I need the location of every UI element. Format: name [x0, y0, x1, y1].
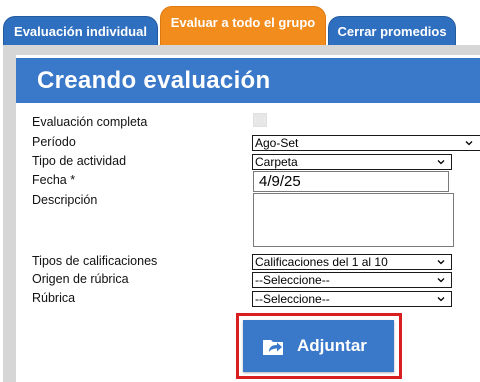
tipo-actividad-value: Carpeta: [255, 155, 298, 169]
tipo-actividad-label: Tipo de actividad: [32, 154, 127, 168]
chevron-down-icon: [437, 260, 445, 265]
tab-cerrar-promedios[interactable]: Cerrar promedios: [328, 16, 456, 46]
rubrica-value: --Seleccione--: [255, 292, 330, 306]
tipos-calificaciones-label: Tipos de calificaciones: [32, 254, 158, 268]
chevron-down-icon: [465, 141, 473, 146]
periodo-value: Ago-Set: [255, 136, 299, 150]
adjuntar-button[interactable]: Adjuntar: [243, 320, 394, 372]
origen-rubrica-select[interactable]: --Seleccione--: [252, 272, 452, 288]
chevron-down-icon: [437, 278, 445, 283]
rubrica-select[interactable]: --Seleccione--: [252, 291, 452, 307]
tab-label: Cerrar promedios: [337, 24, 447, 39]
chevron-down-icon: [437, 160, 445, 165]
periodo-label: Período: [32, 135, 76, 149]
tipo-actividad-select[interactable]: Carpeta: [252, 154, 452, 170]
rubrica-label: Rúbrica: [32, 291, 76, 305]
evaluacion-completa-checkbox[interactable]: [253, 113, 267, 127]
fecha-input[interactable]: 4/9/25: [253, 171, 449, 192]
tipos-calificaciones-select[interactable]: Calificaciones del 1 al 10: [252, 254, 452, 270]
tab-evaluar-grupo[interactable]: Evaluar a todo el grupo: [160, 6, 326, 46]
tab-evaluacion-individual[interactable]: Evaluación individual: [3, 16, 158, 46]
fecha-label: Fecha *: [32, 173, 76, 187]
periodo-select[interactable]: Ago-Set: [252, 135, 480, 151]
fecha-value: 4/9/25: [259, 173, 301, 190]
page-title-text: Creando evaluación: [37, 66, 271, 94]
tipos-calificaciones-value: Calificaciones del 1 al 10: [255, 255, 388, 269]
descripcion-label: Descripción: [32, 193, 98, 207]
descripcion-textarea[interactable]: [253, 193, 454, 247]
origen-rubrica-label: Origen de rúbrica: [32, 272, 129, 286]
upload-folder-icon: [262, 336, 286, 356]
tab-label: Evaluar a todo el grupo: [170, 15, 316, 30]
adjuntar-label: Adjuntar: [297, 336, 367, 355]
tab-bar: Evaluación individual Evaluar a todo el …: [0, 0, 480, 46]
page-title: Creando evaluación: [16, 58, 480, 103]
tab-label: Evaluación individual: [14, 24, 147, 39]
origen-rubrica-value: --Seleccione--: [255, 273, 330, 287]
evaluacion-completa-label: Evaluación completa: [32, 115, 148, 129]
chevron-down-icon: [437, 297, 445, 302]
